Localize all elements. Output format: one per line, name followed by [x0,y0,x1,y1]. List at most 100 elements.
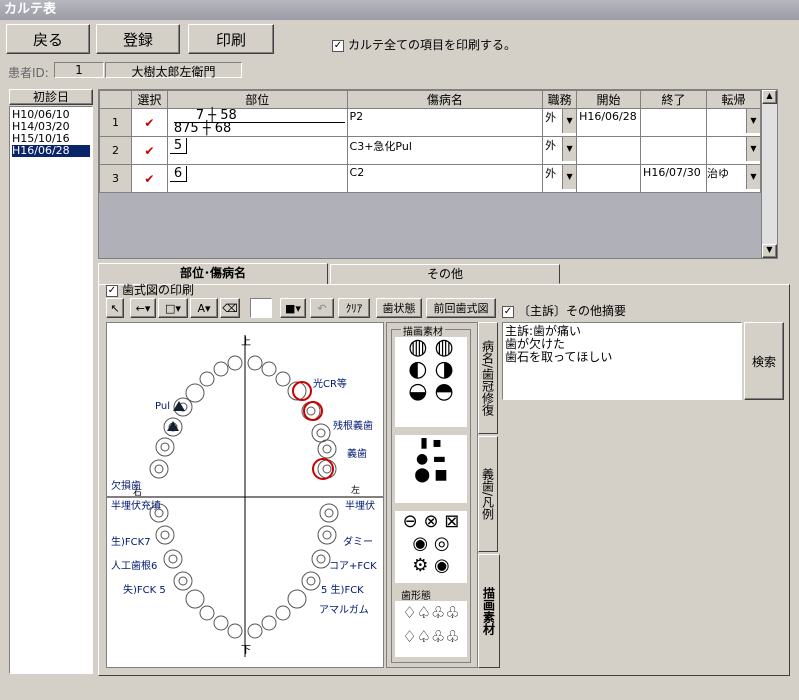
start-cell[interactable] [576,164,642,193]
previous-chart-button[interactable]: 前回歯式図 [426,298,496,318]
pointer-tool-icon[interactable]: ↖ [106,298,124,318]
fill-shape-icon[interactable]: ⬤ ■ [395,467,467,483]
chevron-down-icon[interactable]: ▼ [746,109,760,133]
dental-chart-drawing[interactable]: 上 下 右 左 光CR等 残根義歯 義歯 Pul 欠損歯 半埋伏充填 半埋伏 生… [107,323,383,667]
table-row[interactable]: 2 ✔ 5 C3+急化Pul ▼ 外 ▼ [99,136,761,165]
end-cell[interactable] [640,136,708,165]
hatch-pattern-icon[interactable]: ◒ ◓ [395,381,467,403]
vtab-drawing-material[interactable]: 描画素材 [478,554,500,668]
grid-scrollbar[interactable]: ▲ ▼ [761,90,777,258]
tooth-ring[interactable] [149,459,169,479]
tooth-ring[interactable] [275,371,291,387]
col-end[interactable]: 終了 [640,90,708,109]
col-select[interactable]: 選択 [130,90,168,109]
start-cell[interactable]: H16/06/28 [576,108,642,137]
print-all-checkbox[interactable]: ✓ カルテ全ての項目を印刷する。 [332,36,516,53]
start-cell[interactable] [576,136,642,165]
hatch-pattern-icon[interactable]: ◐ ◑ [395,359,467,381]
vtab-denture-legend[interactable]: 義歯/凡例 [478,436,498,552]
outcome-cell[interactable]: ▼ [706,136,761,165]
tooth-ring[interactable] [261,615,277,631]
table-row[interactable]: 3 ✔ 6 C2 ▼ 外 H16/07/30 ▼ 治ゆ [99,164,761,193]
col-start[interactable]: 開始 [576,90,642,109]
tooth-ring[interactable] [317,525,337,545]
site-cell[interactable]: 7 ┼ 58 875 ┼ 68 [166,108,348,137]
select-cell[interactable]: ✔ [130,108,168,137]
print-button[interactable]: 印刷 [188,24,274,54]
end-cell[interactable]: H16/07/30 [640,164,708,193]
back-button[interactable]: 戻る [6,24,90,54]
job-cell[interactable]: ▼ 外 [542,164,578,193]
fill-shape-icon[interactable]: ● ▬ [395,451,467,467]
tooth-ring[interactable] [311,549,331,569]
tooth-ring[interactable] [261,361,277,377]
vtab-disease-crown[interactable]: 病名/歯冠修復 [478,322,498,434]
chevron-down-icon[interactable]: ▼ [562,109,577,133]
site-cell[interactable]: 6 [166,164,348,193]
complaint-checkbox[interactable]: ✓ 〔主訴〕その他摘要 [502,302,626,319]
tooth-shape-icon[interactable]: ♢♤♧♧ [395,625,467,649]
tooth-ring[interactable] [199,605,215,621]
job-cell[interactable]: ▼ 外 [542,108,578,137]
disease-cell[interactable]: C3+急化Pul [346,136,544,165]
select-cell[interactable]: ✔ [130,136,168,165]
job-cell[interactable]: ▼ 外 [542,136,578,165]
chevron-down-icon[interactable]: ▼ [562,137,577,161]
symbol-icon[interactable]: ⚙ ◉ [395,555,467,577]
tooth-shape-icon[interactable]: ♢♤♧♧ [395,601,467,625]
scroll-down-icon[interactable]: ▼ [762,244,777,258]
visit-date-selected[interactable]: H16/06/28 [12,145,90,157]
tooth-ring[interactable] [247,623,263,639]
end-cell[interactable] [640,108,708,137]
table-row[interactable]: 1 ✔ 7 ┼ 58 875 ┼ 68 P2 ▼ 外 H16/06/28 ▼ [99,108,761,137]
line-style-tool-icon[interactable]: ←▾ [130,298,156,318]
size-stepper[interactable] [250,298,272,318]
select-check-icon[interactable]: ✔ [144,172,154,186]
text-tool-icon[interactable]: A▾ [190,298,218,318]
register-button[interactable]: 登録 [96,24,180,54]
clear-button[interactable]: ｸﾘｱ [338,298,370,318]
tooth-ring[interactable] [301,571,321,591]
select-check-icon[interactable]: ✔ [144,116,154,130]
undo-icon[interactable]: ↶ [310,298,334,318]
chevron-down-icon[interactable]: ▼ [562,165,577,189]
tooth-ring[interactable] [311,423,331,443]
tooth-ring[interactable] [155,437,175,457]
fill-materials[interactable]: ▮ ▪ ● ▬ ⬤ ■ [395,435,467,503]
tooth-ring[interactable] [247,355,263,371]
disease-cell[interactable]: P2 [346,108,544,137]
tooth-ring[interactable] [213,361,229,377]
tooth-ring[interactable] [317,439,337,459]
tooth-ring[interactable] [287,589,307,609]
tooth-state-button[interactable]: 歯状態 [376,298,422,318]
tooth-ring[interactable] [319,503,339,523]
outcome-cell[interactable]: ▼ [706,108,761,137]
tab-other[interactable]: その他 [330,264,560,284]
print-all-check[interactable]: ✓ [332,39,344,52]
eraser-icon[interactable]: ⌫ [220,298,240,318]
tooth-ring[interactable] [163,549,183,569]
first-visit-list[interactable]: H10/06/10 H14/03/20 H15/10/16 H16/06/28 [9,106,93,674]
tooth-shape-materials[interactable]: ♢♤♧♧ ♢♤♧♧ [395,601,467,657]
symbol-icon[interactable]: ⊖ ⊗ ⊠ [395,511,467,533]
tooth-ring[interactable] [173,571,193,591]
complaint-textarea[interactable]: 主訴:歯が痛い 歯が欠けた 歯石を取ってほしい [502,322,742,400]
tooth-ring[interactable] [227,623,243,639]
col-disease[interactable]: 傷病名 [346,90,544,109]
symbol-icon[interactable]: ◉ ◎ [395,533,467,555]
tooth-ring[interactable] [185,383,205,403]
search-button[interactable]: 検索 [744,322,784,400]
scroll-up-icon[interactable]: ▲ [762,90,777,104]
col-job[interactable]: 職務 [542,90,578,109]
chevron-down-icon[interactable]: ▼ [746,165,760,189]
site-cell[interactable]: 5 [166,136,348,165]
hatch-pattern-icon[interactable]: ◍ ◍ [395,337,467,359]
tooth-ring[interactable] [213,615,229,631]
tooth-ring[interactable] [155,525,175,545]
col-outcome[interactable]: 転帰 [706,90,761,109]
tooth-ring[interactable] [185,589,205,609]
chart-print-checkbox[interactable]: ✓ 歯式図の印刷 [106,281,194,298]
hatch-materials[interactable]: ◍ ◍ ◐ ◑ ◒ ◓ [395,337,467,427]
tooth-ring[interactable] [275,605,291,621]
dental-chart[interactable]: 上 下 右 左 光CR等 残根義歯 義歯 Pul 欠損歯 半埋伏充填 半埋伏 生… [106,322,384,668]
